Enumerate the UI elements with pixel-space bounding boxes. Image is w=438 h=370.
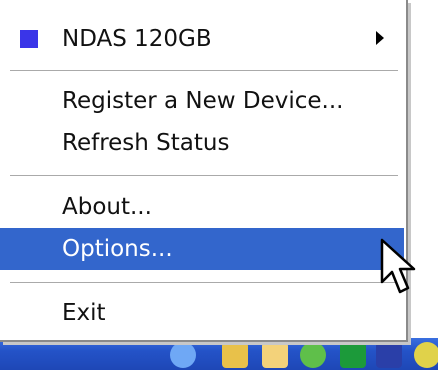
- separator: [10, 282, 398, 284]
- folder-icon[interactable]: [222, 342, 248, 368]
- taskbar: [0, 338, 438, 370]
- options-label: Options...: [62, 236, 173, 262]
- shield-icon[interactable]: [340, 342, 366, 368]
- device-label: NDAS 120GB: [62, 26, 212, 52]
- separator: [10, 70, 398, 72]
- app-icon[interactable]: [376, 342, 402, 368]
- device-status-icon: [20, 30, 38, 48]
- network-icon[interactable]: [170, 342, 196, 368]
- menu-item-refresh[interactable]: Refresh Status: [0, 122, 404, 164]
- mail-icon[interactable]: [262, 342, 288, 368]
- separator: [10, 175, 398, 177]
- mouse-pointer-icon: [380, 238, 416, 294]
- about-label: About...: [62, 194, 152, 220]
- menu-item-device[interactable]: NDAS 120GB: [0, 18, 404, 60]
- tray-context-menu: NDAS 120GB Register a New Device... Refr…: [0, 0, 408, 342]
- register-label: Register a New Device...: [62, 88, 344, 114]
- globe-icon[interactable]: [300, 342, 326, 368]
- menu-item-options[interactable]: Options...: [0, 228, 404, 270]
- screen: NDAS 120GB Register a New Device... Refr…: [0, 0, 438, 370]
- menu-item-exit[interactable]: Exit: [0, 292, 404, 334]
- submenu-arrow-icon: [376, 31, 384, 45]
- clock-icon[interactable]: [414, 342, 438, 368]
- menu-item-about[interactable]: About...: [0, 186, 404, 228]
- exit-label: Exit: [62, 300, 106, 326]
- menu-item-register[interactable]: Register a New Device...: [0, 80, 404, 122]
- refresh-label: Refresh Status: [62, 130, 230, 156]
